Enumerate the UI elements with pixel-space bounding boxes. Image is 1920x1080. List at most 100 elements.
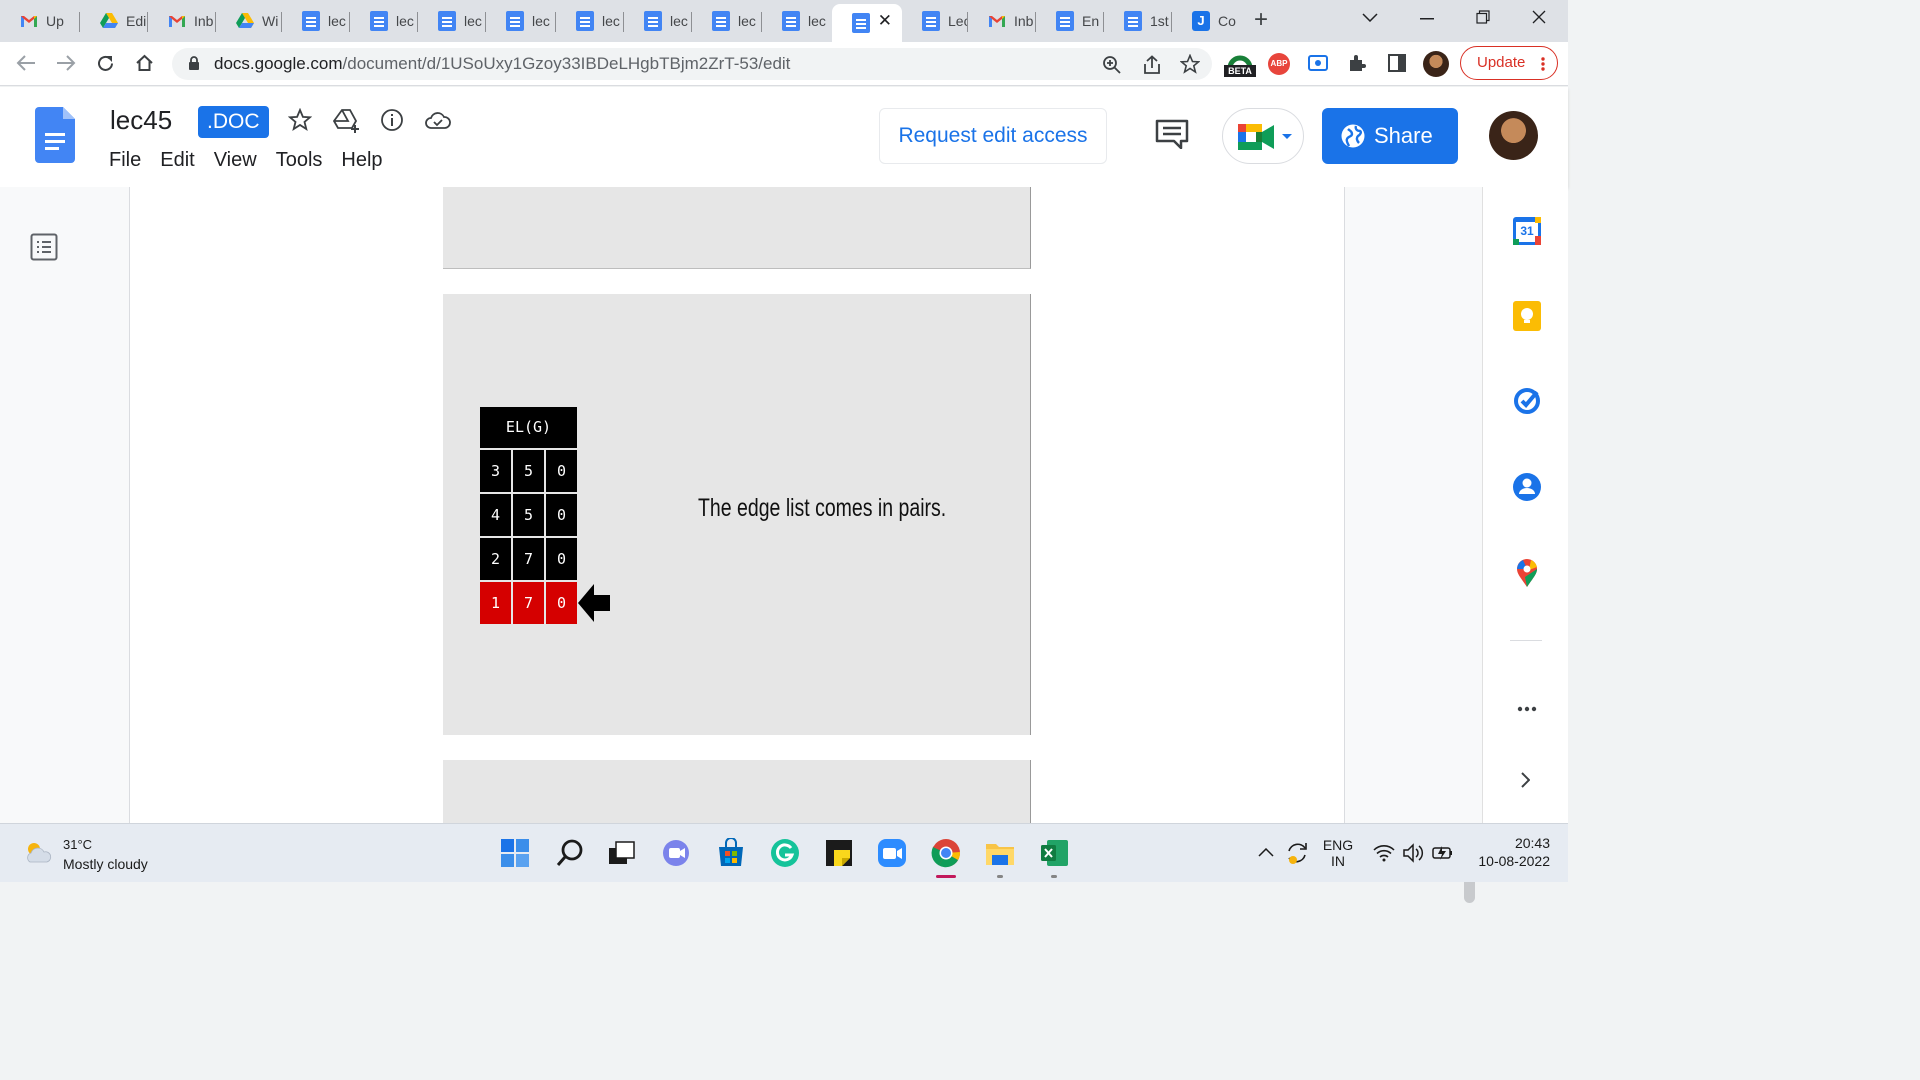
docs-logo-icon[interactable]: [35, 107, 75, 163]
lock-icon[interactable]: [188, 56, 200, 70]
browser-tab[interactable]: 1st: [1104, 4, 1172, 38]
beta-extension-icon[interactable]: BETA: [1224, 48, 1256, 80]
menu-item-view[interactable]: View: [214, 149, 257, 172]
side-panel-icon[interactable]: [1388, 54, 1406, 72]
close-window-icon[interactable]: [1532, 10, 1546, 24]
browser-tab[interactable]: Edi: [80, 4, 148, 38]
menu-item-tools[interactable]: Tools: [276, 149, 323, 172]
browser-tab[interactable]: En: [1036, 4, 1104, 38]
edge-list-header: EL(G): [480, 407, 577, 448]
home-icon[interactable]: [135, 54, 154, 72]
meet-dropdown-icon[interactable]: [1281, 133, 1293, 141]
bookmark-star-icon[interactable]: [1180, 54, 1200, 74]
input-language[interactable]: ENG IN: [1318, 837, 1358, 869]
tasks-icon[interactable]: [1513, 387, 1541, 415]
cloud-saved-icon[interactable]: [425, 110, 451, 130]
chrome-icon[interactable]: [931, 838, 961, 868]
info-icon[interactable]: [380, 108, 404, 132]
new-tab-button[interactable]: +: [1254, 6, 1268, 34]
menu-item-help[interactable]: Help: [341, 149, 382, 172]
weather-cloudy-sun-icon[interactable]: [24, 840, 52, 864]
sync-icon[interactable]: [1284, 840, 1314, 870]
menu-item-edit[interactable]: Edit: [160, 149, 194, 172]
browser-tab[interactable]: lec: [418, 4, 486, 38]
browser-tab[interactable]: lec: [282, 4, 350, 38]
teams-chat-icon[interactable]: [661, 838, 691, 868]
browser-tab[interactable]: Inb: [148, 4, 216, 38]
excel-icon[interactable]: [1039, 838, 1069, 868]
excel-running-indicator: [1051, 875, 1057, 878]
back-icon[interactable]: [16, 54, 36, 72]
volume-icon[interactable]: [1402, 843, 1432, 873]
kebab-menu-icon[interactable]: [1541, 57, 1545, 71]
weather-temperature[interactable]: 31°C: [63, 837, 92, 852]
beta-label: BETA: [1224, 65, 1256, 77]
forward-icon[interactable]: [56, 54, 76, 72]
browser-tab[interactable]: Lec: [902, 4, 968, 38]
battery-charging-icon[interactable]: [1432, 844, 1462, 874]
move-to-drive-icon[interactable]: [333, 107, 361, 133]
screen-capture-icon[interactable]: [1308, 55, 1328, 71]
adblock-icon[interactable]: ABP: [1268, 53, 1290, 75]
minimize-icon[interactable]: [1420, 18, 1434, 20]
browser-tab[interactable]: lec: [486, 4, 556, 38]
more-icon[interactable]: [1517, 706, 1537, 712]
zoom-app-icon[interactable]: [877, 838, 907, 868]
tab-search-icon[interactable]: [1362, 12, 1378, 22]
zoom-icon[interactable]: [1102, 55, 1122, 75]
edge-list-row: 350: [480, 450, 577, 492]
comment-history-icon[interactable]: [1155, 119, 1189, 149]
meet-button[interactable]: [1222, 108, 1304, 164]
update-button[interactable]: Update: [1460, 46, 1558, 80]
account-avatar[interactable]: [1489, 111, 1538, 160]
browser-tab[interactable]: lec: [692, 4, 762, 38]
browser-tab[interactable]: lec: [762, 4, 832, 38]
tab-label: lec: [670, 13, 688, 29]
task-view-icon[interactable]: [607, 838, 637, 868]
browser-tab[interactable]: Up: [0, 4, 80, 38]
keep-icon[interactable]: [1513, 301, 1541, 331]
document-canvas: EL(G) 350450270170 The edge list comes i…: [0, 187, 1482, 903]
chrome-active-indicator: [936, 875, 956, 878]
sticky-notes-icon[interactable]: [824, 838, 854, 868]
browser-tab[interactable]: lec: [556, 4, 624, 38]
maps-icon[interactable]: [1517, 559, 1537, 587]
document-outline-icon[interactable]: [30, 233, 58, 261]
star-icon[interactable]: [288, 108, 312, 132]
share-button[interactable]: Share: [1322, 108, 1458, 164]
clock[interactable]: 20:43 10-08-2022: [1466, 835, 1550, 869]
profile-avatar[interactable]: [1423, 51, 1449, 77]
drive-icon: [100, 13, 118, 29]
edge-list-cell: 0: [546, 538, 577, 580]
reload-icon[interactable]: [96, 54, 115, 73]
wifi-icon[interactable]: [1373, 844, 1403, 874]
browser-tab[interactable]: lec: [624, 4, 692, 38]
weather-description[interactable]: Mostly cloudy: [63, 856, 148, 872]
tab-label: Co: [1218, 13, 1236, 29]
file-explorer-icon[interactable]: [985, 838, 1015, 868]
menu-item-file[interactable]: File: [109, 149, 141, 172]
browser-tab[interactable]: Wi: [216, 4, 282, 38]
calendar-icon[interactable]: 31: [1513, 217, 1541, 245]
microsoft-store-icon[interactable]: [716, 838, 746, 868]
browser-tab[interactable]: ✕: [832, 4, 902, 42]
url-text[interactable]: docs.google.com/document/d/1USoUxy1Gzoy3…: [214, 54, 790, 74]
document-title[interactable]: lec45: [110, 105, 172, 136]
restore-icon[interactable]: [1476, 10, 1490, 24]
search-icon[interactable]: [555, 838, 585, 868]
browser-tab[interactable]: lec: [350, 4, 418, 38]
close-tab-icon[interactable]: ✕: [878, 11, 892, 31]
tab-label: lec: [464, 13, 482, 29]
browser-tab[interactable]: J Co: [1172, 4, 1238, 38]
browser-tab[interactable]: Inb: [968, 4, 1036, 38]
left-arrow-icon: [578, 584, 610, 622]
windows-start-icon[interactable]: [500, 838, 530, 868]
grammarly-icon[interactable]: [770, 838, 800, 868]
expand-icon[interactable]: [1520, 772, 1530, 788]
contacts-icon[interactable]: [1513, 473, 1541, 501]
share-page-icon[interactable]: [1142, 55, 1162, 75]
edge-list-cell: 7: [513, 582, 544, 624]
address-bar[interactable]: docs.google.com/document/d/1USoUxy1Gzoy3…: [172, 48, 1212, 80]
extensions-puzzle-icon[interactable]: [1348, 54, 1366, 72]
request-edit-access-button[interactable]: Request edit access: [879, 108, 1107, 164]
